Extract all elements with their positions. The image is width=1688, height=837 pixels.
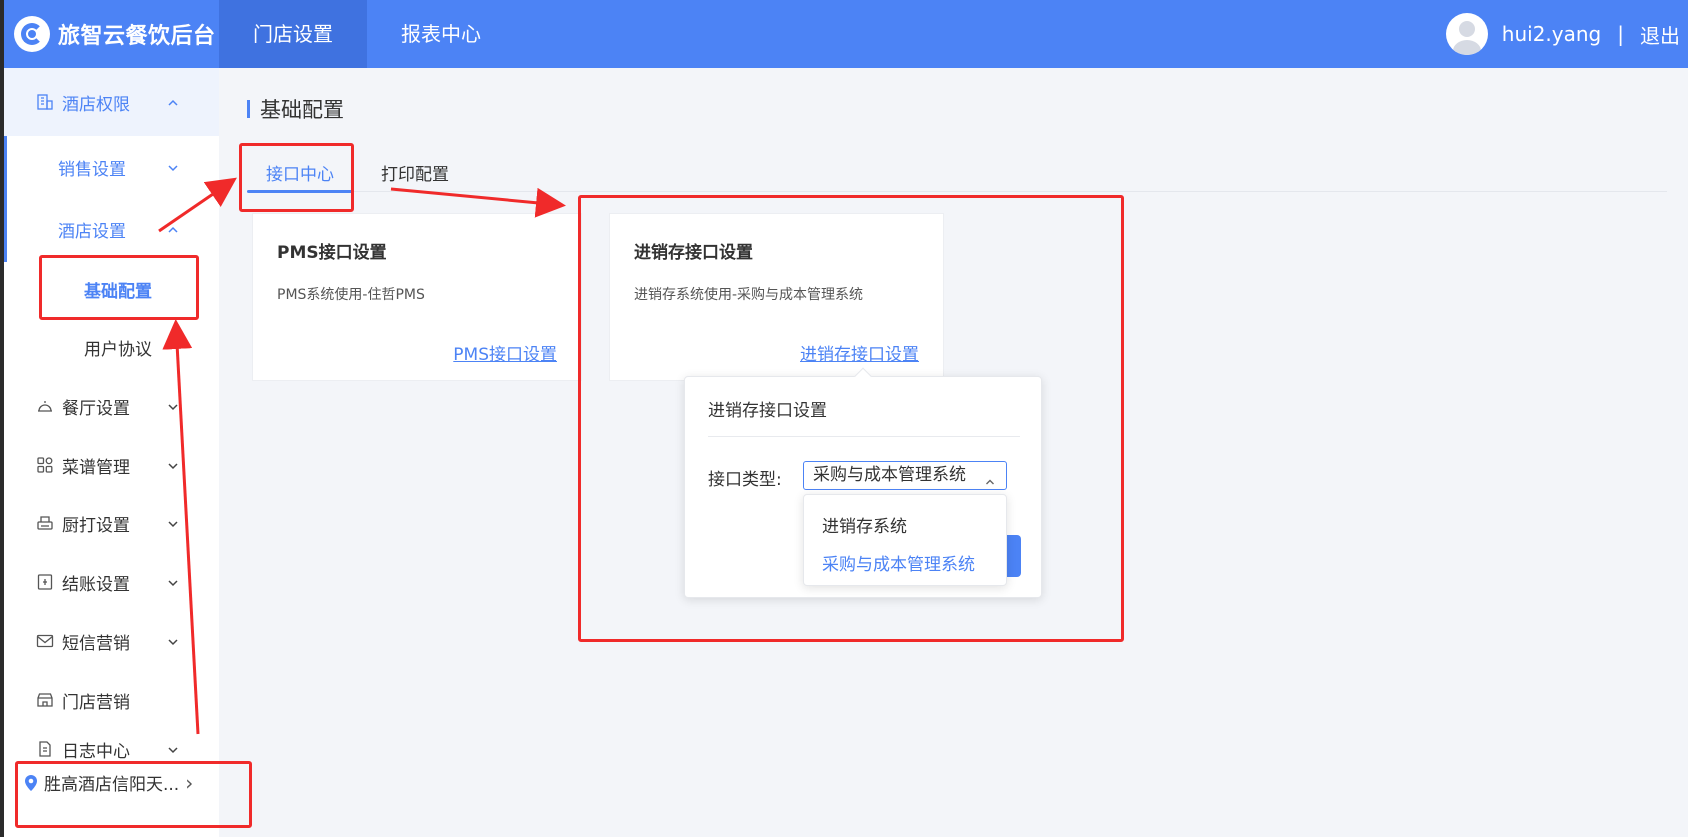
option-purchase-cost-system[interactable]: 采购与成本管理系统 — [822, 550, 975, 575]
sidebar-item-user-agreement[interactable]: 用户协议 — [4, 318, 219, 376]
mail-icon — [36, 632, 54, 650]
pms-settings-link[interactable]: PMS接口设置 — [453, 340, 557, 365]
option-inventory-system[interactable]: 进销存系统 — [822, 512, 907, 537]
building-icon — [36, 93, 54, 111]
chevron-down-icon — [166, 516, 180, 530]
printer-icon — [36, 514, 54, 532]
sidebar-item-label: 短信营销 — [62, 633, 130, 654]
sidebar-item-label: 餐厅设置 — [62, 398, 130, 419]
interface-type-dropdown: 进销存系统 采购与成本管理系统 — [803, 494, 1007, 586]
inventory-settings-link[interactable]: 进销存接口设置 — [800, 340, 919, 365]
chevron-up-icon — [166, 222, 180, 236]
sidebar-item-label: 酒店权限 — [62, 94, 130, 115]
user-area: hui2.yang | 退出 — [1445, 0, 1680, 68]
sidebar-item-restaurant-settings[interactable]: 餐厅设置 — [4, 376, 219, 436]
popover-divider — [708, 436, 1020, 437]
chevron-down-icon — [166, 742, 180, 756]
receipt-icon — [36, 573, 54, 591]
sidebar-item-label: 日志中心 — [62, 741, 130, 762]
tab-bar: 接口中心 打印配置 — [247, 152, 1667, 193]
cloche-icon — [36, 397, 54, 415]
tab-interface-center[interactable]: 接口中心 — [247, 152, 354, 193]
grid-icon — [36, 456, 54, 474]
header-separator: | — [1617, 22, 1624, 46]
select-value: 采购与成本管理系统 — [813, 465, 966, 485]
chevron-up-icon — [984, 470, 996, 485]
sidebar: 酒店权限 销售设置 酒店设置 基础配置 用户协议 餐厅设置 菜谱管理 厨打设置 … — [4, 68, 219, 837]
chevron-down-icon — [166, 575, 180, 589]
brand-title: 旅智云餐饮后台 — [58, 24, 216, 49]
sidebar-item-label: 门店营销 — [62, 692, 130, 713]
inventory-interface-card: 进销存接口设置 进销存系统使用-采购与成本管理系统 进销存接口设置 — [609, 213, 944, 381]
sidebar-item-kitchen-print[interactable]: 厨打设置 — [4, 494, 219, 552]
document-icon — [36, 740, 54, 758]
avatar[interactable] — [1445, 13, 1488, 55]
nav-store-settings[interactable]: 门店设置 — [219, 0, 367, 68]
tab-label: 打印配置 — [381, 165, 449, 185]
page-title: 基础配置 — [247, 94, 344, 124]
interface-type-select[interactable]: 采购与成本管理系统 — [803, 461, 1007, 490]
interface-type-label: 接口类型: — [708, 470, 782, 490]
sidebar-item-hotel-permissions[interactable]: 酒店权限 — [4, 68, 219, 136]
chevron-down-icon — [166, 399, 180, 413]
sidebar-item-store-marketing[interactable]: 门店营销 — [4, 670, 219, 730]
card-description: 进销存系统使用-采购与成本管理系统 — [634, 287, 864, 303]
sidebar-item-label: 厨打设置 — [62, 515, 130, 536]
top-nav: 门店设置 报表中心 — [219, 0, 515, 68]
card-title: PMS接口设置 — [277, 243, 387, 263]
sidebar-item-sms-marketing[interactable]: 短信营销 — [4, 612, 219, 670]
sidebar-item-sales-settings[interactable]: 销售设置 — [4, 136, 219, 198]
sidebar-item-label: 酒店设置 — [58, 221, 126, 242]
chevron-down-icon — [166, 160, 180, 174]
sidebar-item-label: 销售设置 — [58, 159, 126, 180]
page-title-text: 基础配置 — [260, 98, 344, 122]
sidebar-item-basic-config[interactable]: 基础配置 — [4, 260, 219, 318]
store-name: 胜高酒店信阳天... — [44, 775, 180, 795]
logout-button[interactable]: 退出 — [1640, 20, 1680, 49]
username[interactable]: hui2.yang — [1502, 22, 1601, 46]
sidebar-item-hotel-settings[interactable]: 酒店设置 — [4, 198, 219, 260]
tab-label: 接口中心 — [266, 165, 334, 185]
title-accent-bar — [247, 100, 250, 118]
chevron-right-icon: › — [185, 770, 194, 795]
card-description: PMS系统使用-住哲PMS — [277, 287, 425, 303]
sidebar-item-menu-management[interactable]: 菜谱管理 — [4, 436, 219, 494]
store-switcher[interactable]: 胜高酒店信阳天... › — [24, 770, 193, 795]
sidebar-item-checkout-settings[interactable]: 结账设置 — [4, 552, 219, 612]
popover-title: 进销存接口设置 — [708, 401, 827, 421]
location-pin-icon — [24, 774, 38, 792]
top-header: 旅智云餐饮后台 门店设置 报表中心 hui2.yang | 退出 — [4, 0, 1688, 68]
app-window: 旅智云餐饮后台 门店设置 报表中心 hui2.yang | 退出 酒店权限 销售… — [4, 0, 1688, 837]
sidebar-item-log-center[interactable]: 日志中心 — [4, 730, 219, 768]
brand-logo-icon — [14, 16, 50, 52]
tab-print-config[interactable]: 打印配置 — [373, 152, 463, 192]
tab-active-underline — [247, 190, 354, 193]
nav-report-center[interactable]: 报表中心 — [367, 0, 515, 68]
chevron-up-icon — [166, 95, 180, 109]
chevron-down-icon — [166, 458, 180, 472]
brand: 旅智云餐饮后台 — [14, 0, 216, 68]
sidebar-item-label: 用户协议 — [84, 339, 152, 360]
sidebar-item-label: 结账设置 — [62, 574, 130, 595]
sidebar-item-label: 基础配置 — [84, 281, 152, 302]
shop-icon — [36, 691, 54, 709]
card-title: 进销存接口设置 — [634, 243, 753, 263]
sidebar-item-label: 菜谱管理 — [62, 457, 130, 478]
chevron-down-icon — [166, 634, 180, 648]
pms-interface-card: PMS接口设置 PMS系统使用-住哲PMS PMS接口设置 — [252, 213, 582, 381]
